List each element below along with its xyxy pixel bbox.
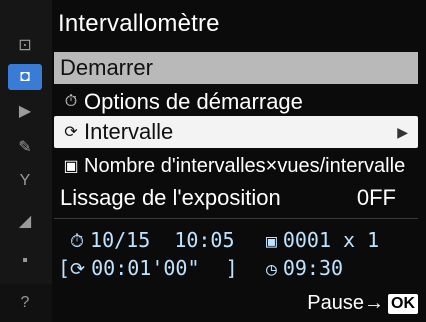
interval-count-label: Nombre d'intervalles×vues/intervalle bbox=[84, 154, 406, 177]
start-options-menu-item[interactable]: ⏱ Options de démarrage bbox=[54, 86, 418, 118]
interval-clock-icon: ⟳ bbox=[70, 259, 86, 280]
interval-count-menu-item[interactable]: ▣ Nombre d'intervalles×vues/intervalle bbox=[54, 150, 418, 182]
wrench-icon[interactable]: Y bbox=[12, 170, 38, 192]
playback-icon[interactable]: ⊡ bbox=[12, 34, 38, 56]
open-bracket: [ bbox=[58, 256, 71, 280]
help-icon[interactable]: ? bbox=[12, 292, 38, 314]
start-time-icon: ⏱ bbox=[70, 231, 85, 252]
start-datetime: ⏱ 10/15 10:05 bbox=[70, 228, 235, 252]
camera-icon[interactable]: ◘ bbox=[8, 64, 42, 90]
ok-button[interactable]: OK bbox=[388, 293, 418, 314]
interval-time: [⟳ 00:01'00" ] bbox=[58, 256, 238, 280]
start-clock-icon: ⏱ bbox=[64, 93, 78, 110]
exposure-smoothing-value: 0FF bbox=[356, 185, 396, 210]
mymenu-icon[interactable]: ▪ bbox=[12, 250, 38, 272]
start-options-label: Options de démarrage bbox=[84, 89, 303, 114]
interval-time-value: 00:01'00" bbox=[91, 256, 200, 280]
page-title: Intervallomètre bbox=[58, 10, 220, 37]
retouch-icon[interactable]: ◢ bbox=[12, 210, 38, 232]
shots-count: 0001 x 1 bbox=[282, 228, 380, 252]
clock-icon: ◷ bbox=[266, 259, 277, 280]
remaining-time-value: 09:30 bbox=[282, 256, 344, 280]
pencil-icon[interactable]: ✎ bbox=[12, 136, 38, 158]
chevron-right-icon: ▶ bbox=[397, 123, 408, 140]
close-bracket: ] bbox=[225, 256, 238, 280]
remaining-time: ◷ 09:30 bbox=[266, 256, 343, 280]
intervalometer-screen: ⊡ ◘ ▶ ✎ Y ◢ ▪ ? Intervallomètre Demarrer… bbox=[0, 0, 426, 322]
divider bbox=[54, 218, 418, 219]
interval-menu-item[interactable]: ⟳ Intervalle ▶ bbox=[54, 116, 418, 148]
help-area: ? bbox=[0, 284, 52, 322]
start-label: Demarrer bbox=[60, 55, 153, 80]
shots-icon: ▣ bbox=[266, 231, 277, 252]
exposure-smoothing-label: Lissage de l'exposition bbox=[60, 185, 281, 210]
start-date: 10/15 bbox=[90, 228, 151, 252]
interval-label: Intervalle bbox=[84, 119, 174, 144]
interval-icon: ⟳ bbox=[64, 124, 78, 141]
menu-tab-rail: ⊡ ◘ ▶ ✎ Y ◢ ▪ ? bbox=[0, 0, 52, 322]
movie-icon[interactable]: ▶ bbox=[12, 100, 38, 122]
exposure-smoothing-menu-item[interactable]: Lissage de l'exposition 0FF bbox=[54, 182, 418, 214]
pause-hint: Pause→ OK bbox=[307, 292, 418, 315]
start-menu-item[interactable]: Demarrer bbox=[54, 52, 418, 84]
pause-label: Pause→ bbox=[307, 292, 384, 314]
interval-count-icon: ▣ bbox=[63, 158, 79, 175]
start-time: 10:05 bbox=[174, 228, 235, 252]
shots-summary: ▣ 0001 x 1 bbox=[266, 228, 379, 252]
